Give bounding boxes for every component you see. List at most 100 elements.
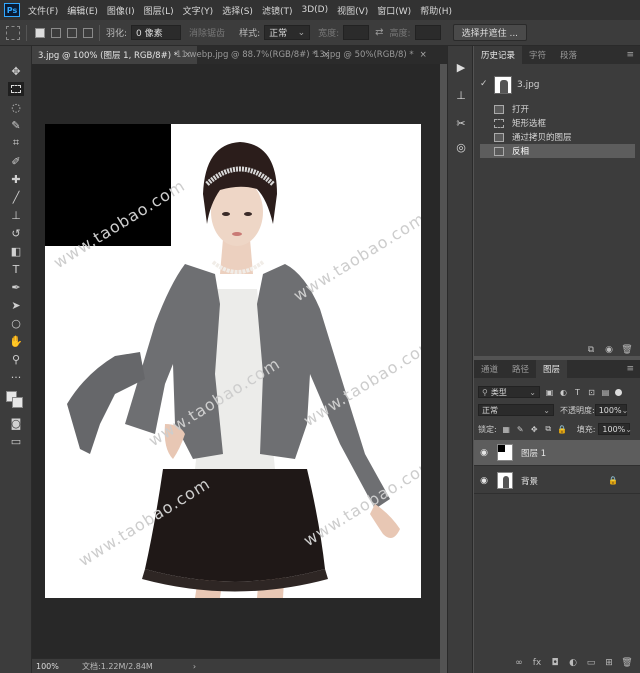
screen-mode-icon[interactable]: ▭ [8, 434, 24, 448]
history-brush-source-icon[interactable]: ✓ [480, 79, 488, 89]
swap-icon[interactable]: ⇄ [375, 27, 383, 38]
adjustment-layer-icon[interactable]: ◐ [568, 658, 578, 668]
history-item-marquee[interactable]: 矩形选框 [480, 116, 635, 130]
style-select[interactable]: 正常 ⌄ [264, 25, 311, 40]
pen-tool-icon[interactable]: ✒ [8, 280, 24, 294]
play-icon[interactable]: ▶ [454, 60, 468, 74]
eyedropper-tool-icon[interactable]: ✐ [8, 154, 24, 168]
tab-history[interactable]: 历史记录 [474, 46, 523, 64]
menu-window[interactable]: 窗口(W) [377, 4, 411, 17]
trash-icon[interactable]: 🗑 [621, 345, 632, 355]
clone-stamp-tool-icon[interactable]: ⊥ [8, 208, 24, 222]
close-icon[interactable]: × [420, 50, 427, 60]
link-layers-icon[interactable]: ∞ [514, 658, 524, 668]
tools-settings-icon[interactable]: ✂ [454, 116, 468, 130]
history-item-open[interactable]: 打开 [480, 102, 635, 116]
lock-artboard-icon[interactable]: ⧉ [544, 424, 553, 434]
crop-tool-icon[interactable]: ⌗ [8, 136, 24, 150]
document-canvas[interactable]: www.taobao.com www.taobao.com www.taobao… [45, 124, 421, 598]
subtract-selection-icon[interactable] [67, 27, 77, 38]
layer-row-layer1[interactable]: ◉ 图层 1 [474, 440, 640, 466]
history-brush-tool-icon[interactable]: ↺ [8, 226, 24, 240]
menu-select[interactable]: 选择(S) [222, 4, 253, 17]
tab-channels[interactable]: 通道 [474, 360, 505, 378]
zoom-level[interactable]: 100% [32, 662, 70, 671]
panel-menu-icon[interactable]: ≡ [626, 364, 634, 374]
shape-filter-icon[interactable]: ⊡ [587, 388, 596, 397]
add-selection-icon[interactable] [51, 27, 61, 38]
lock-pixels-icon[interactable]: ✎ [516, 425, 525, 434]
menu-filter[interactable]: 滤镜(T) [262, 4, 293, 17]
menu-image[interactable]: 图像(I) [107, 4, 135, 17]
history-brush-icon[interactable]: ⊥ [454, 88, 468, 102]
menu-view[interactable]: 视图(V) [337, 4, 368, 17]
status-menu-arrow[interactable]: › [193, 662, 196, 671]
lock-position-icon[interactable]: ✥ [530, 425, 539, 434]
tab-character[interactable]: 字符 [522, 46, 553, 64]
lock-all-icon[interactable]: 🔒 [557, 425, 567, 434]
new-group-icon[interactable]: ▭ [586, 658, 596, 668]
eraser-tool-icon[interactable]: ◧ [8, 244, 24, 258]
zoom-tool-icon[interactable]: ⚲ [8, 352, 24, 366]
marquee-tool-icon[interactable] [8, 82, 24, 96]
layer-name[interactable]: 图层 1 [521, 447, 546, 459]
fill-input[interactable]: 100% ⌄ [598, 423, 632, 435]
menu-3d[interactable]: 3D(D) [301, 5, 328, 15]
pixel-filter-icon[interactable]: ▣ [545, 388, 554, 397]
style-label: 样式: [239, 29, 261, 39]
trash-icon[interactable]: 🗑 [621, 658, 632, 668]
menu-edit[interactable]: 编辑(E) [67, 4, 98, 17]
camera-snapshot-icon[interactable]: ◉ [604, 345, 614, 355]
menu-help[interactable]: 帮助(H) [420, 4, 452, 17]
adjustment-filter-icon[interactable]: ◐ [559, 388, 568, 397]
visibility-eye-icon[interactable]: ◉ [474, 448, 494, 458]
menu-type[interactable]: 文字(Y) [183, 4, 214, 17]
lasso-tool-icon[interactable]: ◌ [8, 100, 24, 114]
history-snapshot[interactable]: ✓ 3.jpg [480, 74, 635, 96]
healing-brush-tool-icon[interactable]: ✚ [8, 172, 24, 186]
feather-input[interactable]: 0 像素 [131, 25, 182, 40]
intersect-selection-icon[interactable] [83, 27, 93, 38]
tab-13jpg[interactable]: 13.jpg @ 50%(RGB/8) * × [308, 46, 433, 64]
history-item-invert[interactable]: 反相 [480, 144, 635, 158]
filter-toggle[interactable] [615, 388, 622, 396]
hand-tool-icon[interactable]: ✋ [8, 334, 24, 348]
new-selection-icon[interactable] [35, 27, 45, 38]
layer-style-icon[interactable]: fx [532, 658, 542, 668]
tab-layers[interactable]: 图层 [536, 360, 568, 378]
layer-row-background[interactable]: ◉ 背景 🔒 [474, 468, 640, 494]
move-tool-icon[interactable]: ✥ [8, 64, 24, 78]
antialias-checkbox[interactable]: 消除锯齿 [189, 26, 225, 39]
smart-object-filter-icon[interactable]: ▤ [601, 388, 610, 397]
menu-file[interactable]: 文件(F) [28, 4, 58, 17]
more-tools-icon[interactable]: ··· [8, 370, 24, 384]
select-and-mask-button[interactable]: 选择并遮住 ... [452, 24, 528, 41]
panel-menu-icon[interactable]: ≡ [626, 50, 634, 60]
lock-transparent-icon[interactable]: ▦ [502, 425, 511, 434]
new-layer-icon[interactable]: ⊞ [604, 658, 614, 668]
height-input[interactable] [414, 25, 441, 40]
path-select-tool-icon[interactable]: ➤ [8, 298, 24, 312]
menu-layer[interactable]: 图层(L) [144, 4, 174, 17]
layer-name[interactable]: 背景 [521, 475, 538, 487]
width-input[interactable] [343, 25, 370, 40]
type-filter-icon[interactable]: T [573, 388, 582, 397]
add-mask-icon[interactable]: ◘ [550, 658, 560, 668]
libraries-icon[interactable]: ◎ [454, 140, 468, 154]
quick-select-tool-icon[interactable]: ✎ [8, 118, 24, 132]
new-document-from-state-icon[interactable]: ⧉ [586, 345, 596, 355]
tab-paragraph[interactable]: 段落 [553, 46, 584, 64]
ellipse-tool-icon[interactable]: ○ [8, 316, 24, 330]
blend-mode-select[interactable]: 正常 ⌄ [478, 404, 554, 416]
tab-paths[interactable]: 路径 [505, 360, 536, 378]
layer-filter-select[interactable]: ⚲ 类型 ⌄ [478, 386, 540, 398]
history-item-layer-via-copy[interactable]: 通过拷贝的图层 [480, 130, 635, 144]
quick-mask-icon[interactable]: ◙ [8, 416, 24, 430]
visibility-eye-icon[interactable]: ◉ [474, 476, 494, 486]
brush-tool-icon[interactable]: ╱ [8, 190, 24, 204]
opacity-input[interactable]: 100% ⌄ [594, 404, 628, 416]
marquee-preset-icon[interactable] [6, 25, 20, 40]
background-color-swatch[interactable] [12, 397, 23, 408]
type-tool-icon[interactable]: T [8, 262, 24, 276]
canvas-area[interactable]: www.taobao.com www.taobao.com www.taobao… [32, 64, 440, 658]
